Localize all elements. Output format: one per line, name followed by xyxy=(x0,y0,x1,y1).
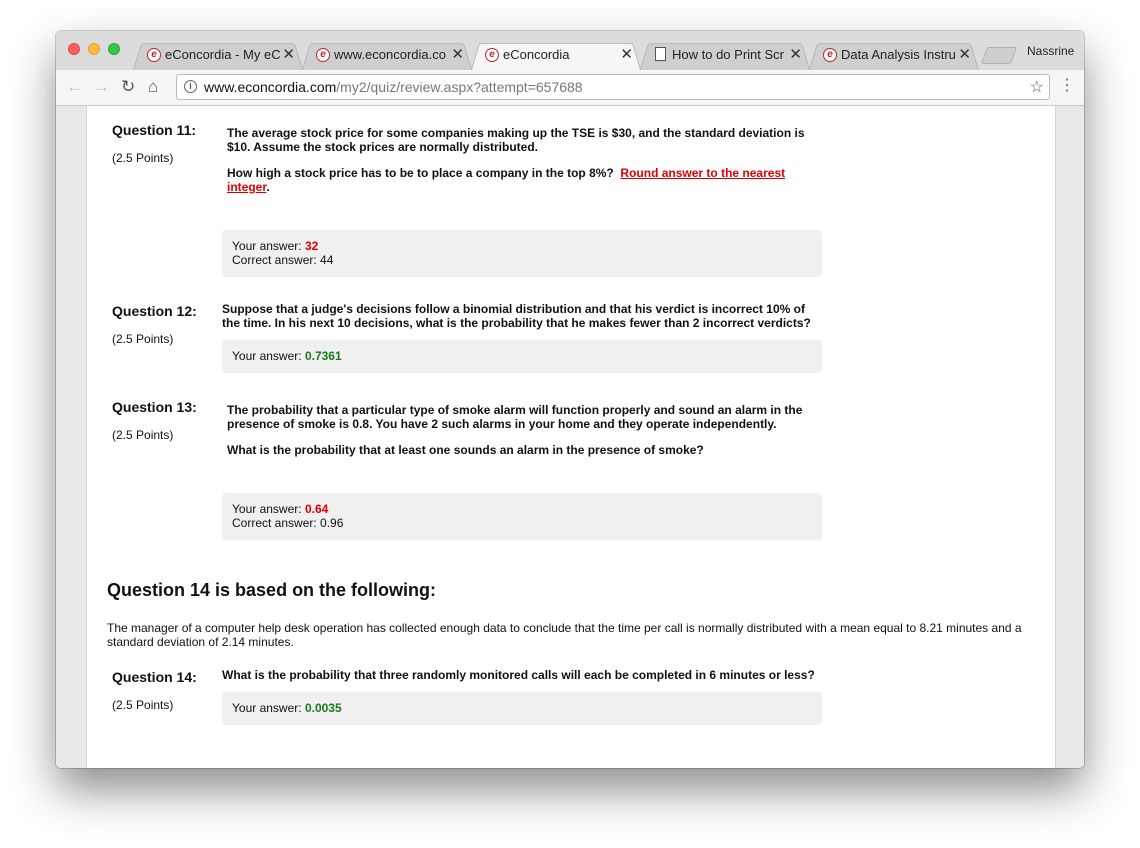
close-tab-icon[interactable]: ✕ xyxy=(620,40,633,70)
econcordia-favicon-icon: e xyxy=(823,48,837,62)
minimize-window-button[interactable] xyxy=(88,43,100,55)
question-13-points: (2.5 Points) xyxy=(112,428,174,442)
tab-data-analysis[interactable]: e Data Analysis Instru ✕ xyxy=(809,40,979,70)
tab-strip: e eConcordia - My eC ✕ e www.econcordia.… xyxy=(56,31,1084,70)
tab-econcordia-my[interactable]: e eConcordia - My eC ✕ xyxy=(133,40,303,70)
close-tab-icon[interactable]: ✕ xyxy=(789,40,802,70)
econcordia-favicon-icon: e xyxy=(316,48,330,62)
tab-label: How to do Print Scr xyxy=(672,47,784,62)
fullscreen-window-button[interactable] xyxy=(108,43,120,55)
question-11-text: The average stock price for some compani… xyxy=(227,126,805,194)
question-12-label: Question 12: xyxy=(112,303,197,319)
question-14-label: Question 14: xyxy=(112,669,197,685)
browser-menu-icon[interactable]: ⋮ xyxy=(1059,76,1075,96)
info-icon[interactable]: i xyxy=(184,80,197,93)
your-answer-value: 32 xyxy=(304,239,319,253)
question-11-points: (2.5 Points) xyxy=(112,151,174,165)
reload-icon[interactable]: ↻ xyxy=(121,77,135,97)
question-14-text: What is the probability that three rando… xyxy=(222,668,815,682)
your-answer-value: 0.0035 xyxy=(304,701,342,715)
tab-label: Data Analysis Instru xyxy=(841,47,956,62)
tab-econcordia-www[interactable]: e www.econcordia.co ✕ xyxy=(302,40,472,70)
back-arrow-icon[interactable]: ← xyxy=(66,77,83,97)
question-11-answer-box: Your answer: 32 Correct answer: 44 xyxy=(222,230,822,277)
close-window-button[interactable] xyxy=(68,43,80,55)
econcordia-favicon-icon: e xyxy=(147,48,161,62)
question-14-answer-box: Your answer: 0.0035 xyxy=(222,692,822,725)
new-tab-button[interactable] xyxy=(980,47,1018,64)
your-answer-value: 0.7361 xyxy=(304,349,342,363)
question-13-text: The probability that a particular type o… xyxy=(227,403,803,457)
correct-answer: Correct answer: 44 xyxy=(232,253,334,267)
tab-label: www.econcordia.co xyxy=(334,47,446,62)
question-14-points: (2.5 Points) xyxy=(112,698,174,712)
question-12-points: (2.5 Points) xyxy=(112,332,174,346)
correct-answer: Correct answer: 0.96 xyxy=(232,516,344,530)
address-bar[interactable]: i www.econcordia.com/my2/quiz/review.asp… xyxy=(176,74,1050,100)
browser-toolbar: ← → ↻ ⌂ i www.econcordia.com/my2/quiz/re… xyxy=(56,70,1084,106)
tab-print-screen[interactable]: How to do Print Scr ✕ xyxy=(640,40,810,70)
tab-label: eConcordia - My eC xyxy=(165,47,281,62)
browser-window: e eConcordia - My eC ✕ e www.econcordia.… xyxy=(56,31,1084,768)
page-viewport: Question 11: (2.5 Points) The average st… xyxy=(56,106,1084,768)
your-answer-value: 0.64 xyxy=(304,502,329,516)
profile-name[interactable]: Nassrine xyxy=(1027,44,1074,58)
url-text[interactable]: www.econcordia.com/my2/quiz/review.aspx?… xyxy=(204,79,583,95)
question-13-label: Question 13: xyxy=(112,399,197,415)
bookmark-star-icon[interactable]: ☆ xyxy=(1030,77,1044,97)
close-tab-icon[interactable]: ✕ xyxy=(451,40,464,70)
question-11-label: Question 11: xyxy=(112,122,197,138)
quiz-review-page: Question 11: (2.5 Points) The average st… xyxy=(86,106,1056,768)
close-tab-icon[interactable]: ✕ xyxy=(282,40,295,70)
econcordia-favicon-icon: e xyxy=(485,48,499,62)
question-12-text: Suppose that a judge's decisions follow … xyxy=(222,302,811,330)
home-icon[interactable]: ⌂ xyxy=(148,77,158,97)
tab-econcordia-active[interactable]: e eConcordia ✕ xyxy=(471,40,641,70)
forward-arrow-icon[interactable]: → xyxy=(93,77,110,97)
section-heading: Question 14 is based on the following: xyxy=(107,580,437,600)
document-icon xyxy=(655,47,666,61)
question-12-answer-box: Your answer: 0.7361 xyxy=(222,340,822,373)
tab-label: eConcordia xyxy=(503,47,570,62)
question-13-answer-box: Your answer: 0.64 Correct answer: 0.96 xyxy=(222,493,822,540)
close-tab-icon[interactable]: ✕ xyxy=(958,40,971,70)
scenario-text: The manager of a computer help desk oper… xyxy=(107,621,1022,649)
